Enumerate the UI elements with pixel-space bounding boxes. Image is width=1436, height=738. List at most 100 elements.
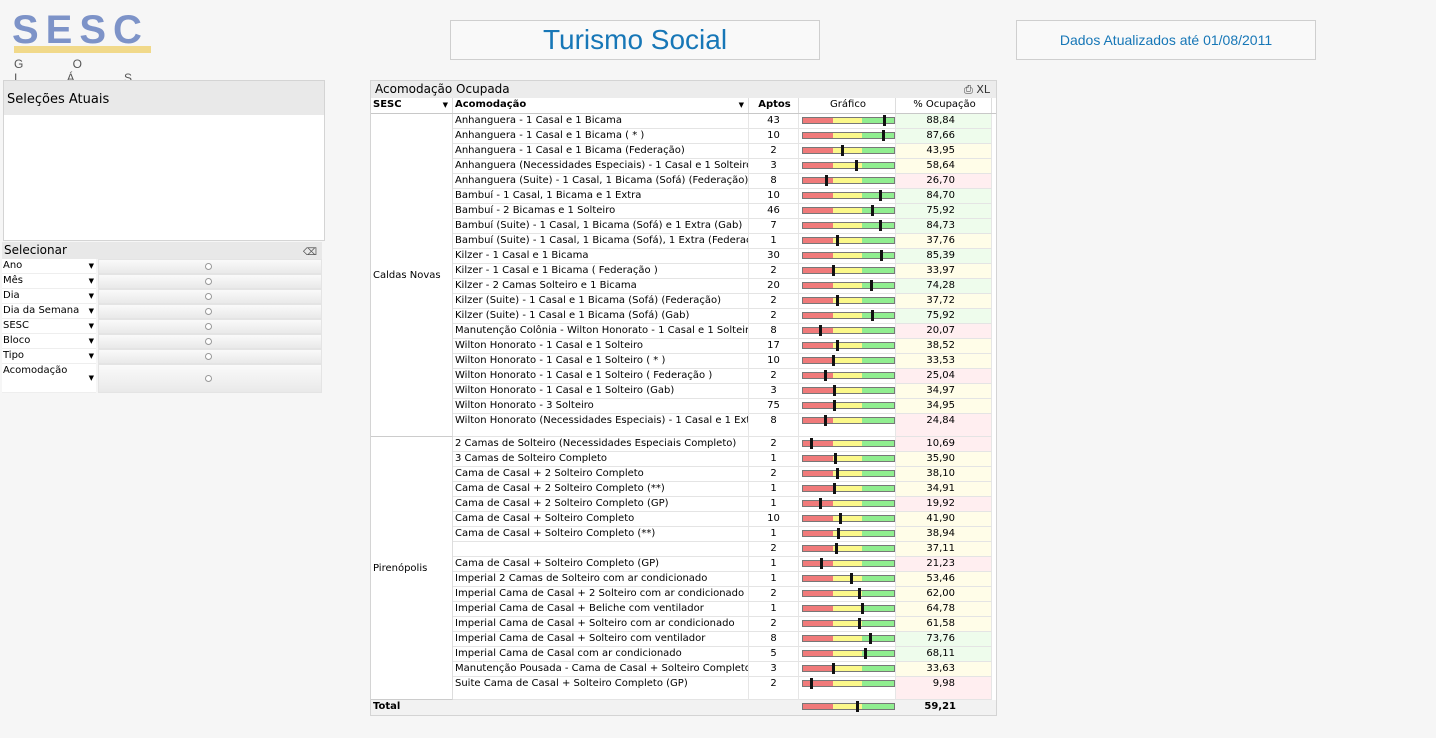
cell-acomodacao[interactable] bbox=[453, 542, 749, 557]
col-acomodacao[interactable]: Acomodação ▼ bbox=[453, 98, 749, 113]
filter-label[interactable]: Acomodação ▼ bbox=[2, 364, 96, 393]
table-row[interactable]: Cama de Casal + 2 Solteiro Completo (GP)… bbox=[453, 497, 992, 512]
cell-acomodacao[interactable]: Kilzer (Suite) - 1 Casal e 1 Bicama (Sof… bbox=[453, 309, 749, 324]
cell-acomodacao[interactable]: Imperial Cama de Casal + 2 Solteiro com … bbox=[453, 587, 749, 602]
cell-acomodacao[interactable]: Imperial Cama de Casal + Solteiro com ve… bbox=[453, 632, 749, 647]
table-row[interactable]: Anhanguera - 1 Casal e 1 Bicama 43 88,84 bbox=[453, 114, 992, 129]
cell-acomodacao[interactable]: Kilzer - 1 Casal e 1 Bicama bbox=[453, 249, 749, 264]
table-row[interactable]: Kilzer (Suite) - 1 Casal e 1 Bicama (Sof… bbox=[453, 309, 992, 324]
table-row[interactable]: Bambuí - 2 Bicamas e 1 Solteiro 46 75,92 bbox=[453, 204, 992, 219]
cell-acomodacao[interactable]: Cama de Casal + Solteiro Completo (GP) bbox=[453, 557, 749, 572]
cell-acomodacao[interactable]: Imperial Cama de Casal + Solteiro com ar… bbox=[453, 617, 749, 632]
cell-acomodacao[interactable]: Kilzer - 1 Casal e 1 Bicama ( Federação … bbox=[453, 264, 749, 279]
filter-label[interactable]: Dia ▼ bbox=[2, 289, 96, 304]
filter-listbox[interactable] bbox=[98, 364, 322, 393]
filter-row[interactable]: Bloco ▼ bbox=[2, 334, 322, 349]
cell-acomodacao[interactable]: Imperial 2 Camas de Solteiro com ar cond… bbox=[453, 572, 749, 587]
filter-row[interactable]: Tipo ▼ bbox=[2, 349, 322, 364]
chevron-down-icon[interactable]: ▼ bbox=[89, 304, 94, 318]
chevron-down-icon[interactable]: ▼ bbox=[739, 98, 744, 112]
filter-listbox[interactable] bbox=[98, 274, 322, 289]
table-row[interactable]: 2 Camas de Solteiro (Necessidades Especi… bbox=[453, 437, 992, 452]
table-row[interactable]: Wilton Honorato - 3 Solteiro 75 34,95 bbox=[453, 399, 992, 414]
table-row[interactable]: Bambuí (Suite) - 1 Casal, 1 Bicama (Sofá… bbox=[453, 234, 992, 249]
cell-acomodacao[interactable]: Wilton Honorato - 3 Solteiro bbox=[453, 399, 749, 414]
chevron-down-icon[interactable]: ▼ bbox=[89, 334, 94, 348]
table-row[interactable]: Cama de Casal + Solteiro Completo (**) 1 3… bbox=[453, 527, 992, 542]
cell-acomodacao[interactable]: Anhanguera - 1 Casal e 1 Bicama ( * ) bbox=[453, 129, 749, 144]
table-row[interactable]: Wilton Honorato - 1 Casal e 1 Solteiro (… bbox=[453, 369, 992, 384]
table-row[interactable]: 2 37,11 bbox=[453, 542, 992, 557]
filter-row[interactable]: Ano ▼ bbox=[2, 259, 322, 274]
table-row[interactable]: Cama de Casal + Solteiro Completo (GP) 1 2… bbox=[453, 557, 992, 572]
chevron-down-icon[interactable]: ▼ bbox=[89, 319, 94, 333]
table-row[interactable]: Imperial Cama de Casal com ar condiciona… bbox=[453, 647, 992, 662]
table-row[interactable]: Suite Cama de Casal + Solteiro Completo … bbox=[453, 677, 992, 700]
filter-row[interactable]: Mês ▼ bbox=[2, 274, 322, 289]
table-row[interactable]: Anhanguera (Suite) - 1 Casal, 1 Bicama (… bbox=[453, 174, 992, 189]
filter-row[interactable]: Dia da Semana ▼ bbox=[2, 304, 322, 319]
table-row[interactable]: Bambuí - 1 Casal, 1 Bicama e 1 Extra 10 84… bbox=[453, 189, 992, 204]
table-row[interactable]: Wilton Honorato (Necessidades Especiais)… bbox=[453, 414, 992, 437]
table-row[interactable]: Imperial 2 Camas de Solteiro com ar cond… bbox=[453, 572, 992, 587]
table-row[interactable]: Manutenção Colônia - Wilton Honorato - 1… bbox=[453, 324, 992, 339]
chevron-down-icon[interactable]: ▼ bbox=[89, 259, 94, 273]
cell-acomodacao[interactable]: Cama de Casal + 2 Solteiro Completo (GP) bbox=[453, 497, 749, 512]
col-sesc[interactable]: SESC ▼ bbox=[371, 98, 453, 113]
cell-acomodacao[interactable]: Wilton Honorato - 1 Casal e 1 Solteiro (… bbox=[453, 369, 749, 384]
col-aptos[interactable]: Aptos bbox=[749, 98, 799, 113]
table-row[interactable]: Wilton Honorato - 1 Casal e 1 Solteiro 17… bbox=[453, 339, 992, 354]
chevron-down-icon[interactable]: ▼ bbox=[89, 289, 94, 303]
chevron-down-icon[interactable]: ▼ bbox=[443, 98, 448, 112]
filter-listbox[interactable] bbox=[98, 319, 322, 334]
table-row[interactable]: Anhanguera - 1 Casal e 1 Bicama (Federaç… bbox=[453, 144, 992, 159]
table-row[interactable]: Kilzer - 1 Casal e 1 Bicama ( Federação … bbox=[453, 264, 992, 279]
cell-acomodacao[interactable]: Cama de Casal + Solteiro Completo bbox=[453, 512, 749, 527]
filter-row[interactable]: SESC ▼ bbox=[2, 319, 322, 334]
chevron-down-icon[interactable]: ▼ bbox=[89, 349, 94, 363]
cell-acomodacao[interactable]: Manutenção Colônia - Wilton Honorato - 1… bbox=[453, 324, 749, 339]
filter-label[interactable]: SESC ▼ bbox=[2, 319, 96, 334]
table-row[interactable]: 3 Camas de Solteiro Completo 1 35,90 bbox=[453, 452, 992, 467]
filter-label[interactable]: Ano ▼ bbox=[2, 259, 96, 274]
cell-acomodacao[interactable]: Cama de Casal + 2 Solteiro Completo (**) bbox=[453, 482, 749, 497]
cell-acomodacao[interactable]: 3 Camas de Solteiro Completo bbox=[453, 452, 749, 467]
cell-acomodacao[interactable]: Cama de Casal + 2 Solteiro Completo bbox=[453, 467, 749, 482]
filter-label[interactable]: Tipo ▼ bbox=[2, 349, 96, 364]
filter-label[interactable]: Mês ▼ bbox=[2, 274, 96, 289]
table-row[interactable]: Wilton Honorato - 1 Casal e 1 Solteiro (… bbox=[453, 354, 992, 369]
cell-acomodacao[interactable]: Kilzer (Suite) - 1 Casal e 1 Bicama (Sof… bbox=[453, 294, 749, 309]
filter-listbox[interactable] bbox=[98, 334, 322, 349]
col-ocupacao[interactable]: % Ocupação bbox=[896, 98, 992, 113]
cell-acomodacao[interactable]: Wilton Honorato (Necessidades Especiais)… bbox=[453, 414, 749, 437]
table-row[interactable]: Kilzer - 2 Camas Solteiro e 1 Bicama 20 74… bbox=[453, 279, 992, 294]
cell-acomodacao[interactable]: Bambuí (Suite) - 1 Casal, 1 Bicama (Sofá… bbox=[453, 219, 749, 234]
cell-acomodacao[interactable]: Anhanguera - 1 Casal e 1 Bicama bbox=[453, 114, 749, 129]
cell-acomodacao[interactable]: Manutenção Pousada - Cama de Casal + Sol… bbox=[453, 662, 749, 677]
table-row[interactable]: Kilzer (Suite) - 1 Casal e 1 Bicama (Sof… bbox=[453, 294, 992, 309]
sesc-group-label[interactable]: Pirenópolis bbox=[371, 437, 453, 700]
cell-acomodacao[interactable]: 2 Camas de Solteiro (Necessidades Especi… bbox=[453, 437, 749, 452]
filter-row[interactable]: Acomodação ▼ bbox=[2, 364, 322, 393]
filter-row[interactable]: Dia ▼ bbox=[2, 289, 322, 304]
filter-listbox[interactable] bbox=[98, 349, 322, 364]
table-row[interactable]: Cama de Casal + Solteiro Completo 10 41,90 bbox=[453, 512, 992, 527]
table-row[interactable]: Anhanguera - 1 Casal e 1 Bicama ( * ) 10 8… bbox=[453, 129, 992, 144]
cell-acomodacao[interactable]: Wilton Honorato - 1 Casal e 1 Solteiro (… bbox=[453, 354, 749, 369]
filter-label[interactable]: Bloco ▼ bbox=[2, 334, 96, 349]
cell-acomodacao[interactable]: Anhanguera - 1 Casal e 1 Bicama (Federaç… bbox=[453, 144, 749, 159]
print-icon[interactable]: ⎙ bbox=[964, 83, 973, 96]
cell-acomodacao[interactable]: Suite Cama de Casal + Solteiro Completo … bbox=[453, 677, 749, 700]
cell-acomodacao[interactable]: Imperial Cama de Casal + Beliche com ven… bbox=[453, 602, 749, 617]
table-row[interactable]: Kilzer - 1 Casal e 1 Bicama 30 85,39 bbox=[453, 249, 992, 264]
table-row[interactable]: Manutenção Pousada - Cama de Casal + Sol… bbox=[453, 662, 992, 677]
cell-acomodacao[interactable]: Imperial Cama de Casal com ar condiciona… bbox=[453, 647, 749, 662]
table-row[interactable]: Cama de Casal + 2 Solteiro Completo (**)… bbox=[453, 482, 992, 497]
cell-acomodacao[interactable]: Wilton Honorato - 1 Casal e 1 Solteiro (… bbox=[453, 384, 749, 399]
filter-label[interactable]: Dia da Semana ▼ bbox=[2, 304, 96, 319]
chevron-down-icon[interactable]: ▼ bbox=[89, 274, 94, 288]
chevron-down-icon[interactable]: ▼ bbox=[89, 371, 94, 385]
cell-acomodacao[interactable]: Bambuí - 1 Casal, 1 Bicama e 1 Extra bbox=[453, 189, 749, 204]
cell-acomodacao[interactable]: Kilzer - 2 Camas Solteiro e 1 Bicama bbox=[453, 279, 749, 294]
table-row[interactable]: Wilton Honorato - 1 Casal e 1 Solteiro (… bbox=[453, 384, 992, 399]
